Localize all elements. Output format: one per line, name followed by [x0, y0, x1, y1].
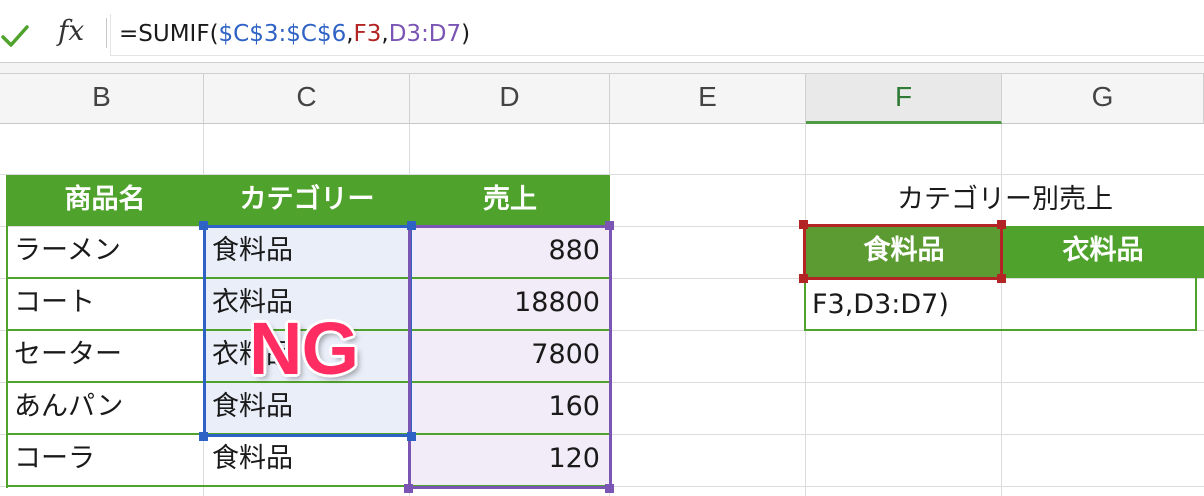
range-handle[interactable]	[199, 221, 208, 230]
summary-border	[1195, 226, 1197, 331]
cell-product[interactable]: ラーメン	[14, 226, 200, 278]
range-handle[interactable]	[404, 484, 413, 493]
fx-icon[interactable]: fx	[58, 14, 84, 47]
range-handle[interactable]	[799, 220, 808, 229]
formula-ref-sum: D3:D7	[388, 21, 462, 47]
formula-comma: ,	[381, 21, 389, 47]
table-border	[6, 175, 8, 488]
toolbar-gap	[0, 62, 1204, 74]
range-handle[interactable]	[605, 484, 614, 493]
column-header-e[interactable]: E	[610, 74, 806, 124]
cell-category[interactable]: 食料品	[212, 434, 406, 486]
formula-separator	[106, 18, 107, 48]
editing-cell-f4[interactable]: F3,D3:D7)	[812, 280, 1002, 330]
cell-product[interactable]: セーター	[14, 330, 200, 382]
column-header-g[interactable]: G	[1002, 74, 1204, 124]
table-header-sales[interactable]: 売上	[410, 175, 610, 226]
column-header-d[interactable]: D	[410, 74, 610, 124]
summary-header-clothing[interactable]: 衣料品	[1002, 226, 1204, 278]
range-border-criteria	[803, 224, 1003, 280]
formula-comma: ,	[346, 21, 354, 47]
table-header-product[interactable]: 商品名	[6, 175, 204, 226]
summary-title[interactable]: カテゴリー別売上	[806, 175, 1204, 226]
table-header-category[interactable]: カテゴリー	[204, 175, 410, 226]
range-handle[interactable]	[407, 432, 416, 441]
range-handle[interactable]	[799, 274, 808, 283]
formula-ref-range: $C$3:$C$6	[218, 21, 347, 47]
range-handle[interactable]	[407, 221, 416, 230]
range-handle[interactable]	[605, 221, 614, 230]
cell-product[interactable]: あんパン	[14, 382, 200, 434]
ng-label: NG	[249, 307, 359, 390]
range-border-sales	[408, 225, 612, 489]
formula-bar: fx =SUMIF($C$3:$C$6,F3,D3:D7)	[0, 0, 1204, 62]
column-header-b[interactable]: B	[0, 74, 204, 124]
checkmark-icon[interactable]	[0, 21, 30, 51]
formula-prefix: =SUMIF(	[119, 21, 219, 47]
cell-product[interactable]: コート	[14, 278, 200, 330]
formula-input[interactable]: =SUMIF($C$3:$C$6,F3,D3:D7)	[110, 14, 1204, 56]
column-header-c[interactable]: C	[204, 74, 410, 124]
column-header-f[interactable]: F	[806, 74, 1002, 124]
range-handle[interactable]	[199, 432, 208, 441]
range-handle[interactable]	[997, 220, 1006, 229]
cell-product[interactable]: コーラ	[14, 434, 200, 486]
formula-ref-criteria: F3	[353, 21, 382, 47]
formula-suffix: )	[461, 21, 471, 47]
